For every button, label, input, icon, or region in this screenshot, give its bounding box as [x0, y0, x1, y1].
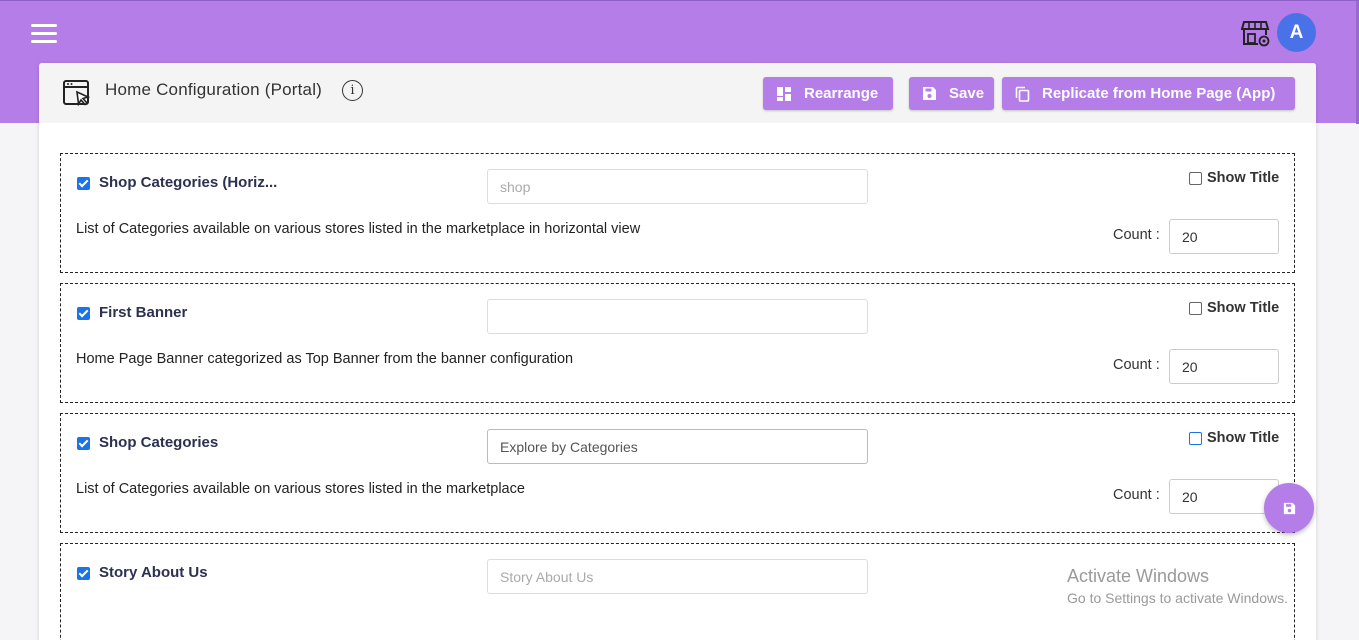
- section-description: List of Categories available on various …: [76, 221, 641, 237]
- show-title-label: Show Title: [1207, 430, 1280, 446]
- count-label: Count :: [1113, 357, 1160, 373]
- save-label: Save: [949, 85, 985, 102]
- info-icon[interactable]: i: [342, 80, 363, 101]
- replicate-button[interactable]: Replicate from Home Page (App): [1002, 77, 1295, 110]
- section-title: First Banner: [99, 304, 188, 321]
- count-input[interactable]: [1169, 479, 1279, 514]
- section-title: Shop Categories (Horiz...: [99, 174, 278, 191]
- title-input[interactable]: [487, 299, 868, 334]
- count-input[interactable]: [1169, 219, 1279, 254]
- title-input[interactable]: [487, 559, 868, 594]
- show-title-toggle[interactable]: Show Title: [1189, 300, 1279, 316]
- section-title: Story About Us: [99, 564, 208, 581]
- count-label: Count :: [1113, 487, 1160, 503]
- show-title-toggle[interactable]: Show Title: [1189, 430, 1279, 446]
- windows-activation-watermark: Activate Windows Go to Settings to activ…: [1067, 566, 1288, 606]
- replicate-label: Replicate from Home Page (App): [1042, 85, 1276, 102]
- show-title-toggle[interactable]: Show Title: [1189, 170, 1279, 186]
- rearrange-label: Rearrange: [804, 85, 879, 102]
- rearrange-button[interactable]: Rearrange: [763, 77, 893, 110]
- menu-icon[interactable]: [31, 24, 57, 44]
- floating-save-button[interactable]: [1264, 483, 1314, 533]
- enable-checkbox[interactable]: [77, 307, 90, 320]
- copy-icon: [1015, 86, 1030, 102]
- watermark-subtitle: Go to Settings to activate Windows.: [1067, 590, 1288, 606]
- page-title: Home Configuration (Portal): [105, 80, 323, 99]
- save-button[interactable]: Save: [909, 77, 994, 110]
- card-header: Home Configuration (Portal) i Rearrange …: [39, 63, 1316, 123]
- save-icon: [923, 87, 936, 100]
- avatar[interactable]: A: [1277, 13, 1316, 52]
- section-description: List of Categories available on various …: [76, 481, 525, 497]
- enable-checkbox[interactable]: [77, 567, 90, 580]
- enable-checkbox[interactable]: [77, 437, 90, 450]
- save-icon: [1283, 502, 1295, 514]
- show-title-checkbox[interactable]: [1189, 431, 1202, 445]
- title-input[interactable]: [487, 429, 868, 464]
- grid-icon: [777, 86, 791, 101]
- show-title-checkbox[interactable]: [1189, 301, 1202, 315]
- section-shop-categories: Shop Categories Show Title List of Categ…: [60, 413, 1295, 533]
- page-cursor-icon: [63, 80, 91, 107]
- show-title-label: Show Title: [1207, 170, 1280, 186]
- enable-checkbox[interactable]: [77, 177, 90, 190]
- section-title: Shop Categories: [99, 434, 219, 451]
- count-input[interactable]: [1169, 349, 1279, 384]
- show-title-label: Show Title: [1207, 300, 1280, 316]
- count-label: Count :: [1113, 227, 1160, 243]
- section-description: Home Page Banner categorized as Top Bann…: [76, 351, 574, 367]
- watermark-title: Activate Windows: [1067, 566, 1210, 586]
- show-title-checkbox[interactable]: [1189, 171, 1202, 185]
- section-first-banner: First Banner Show Title Home Page Banner…: [60, 283, 1295, 403]
- store-settings-icon[interactable]: [1241, 19, 1271, 47]
- section-shop-categories-horizontal: Shop Categories (Horiz... Show Title Lis…: [60, 153, 1295, 273]
- title-input[interactable]: [487, 169, 868, 204]
